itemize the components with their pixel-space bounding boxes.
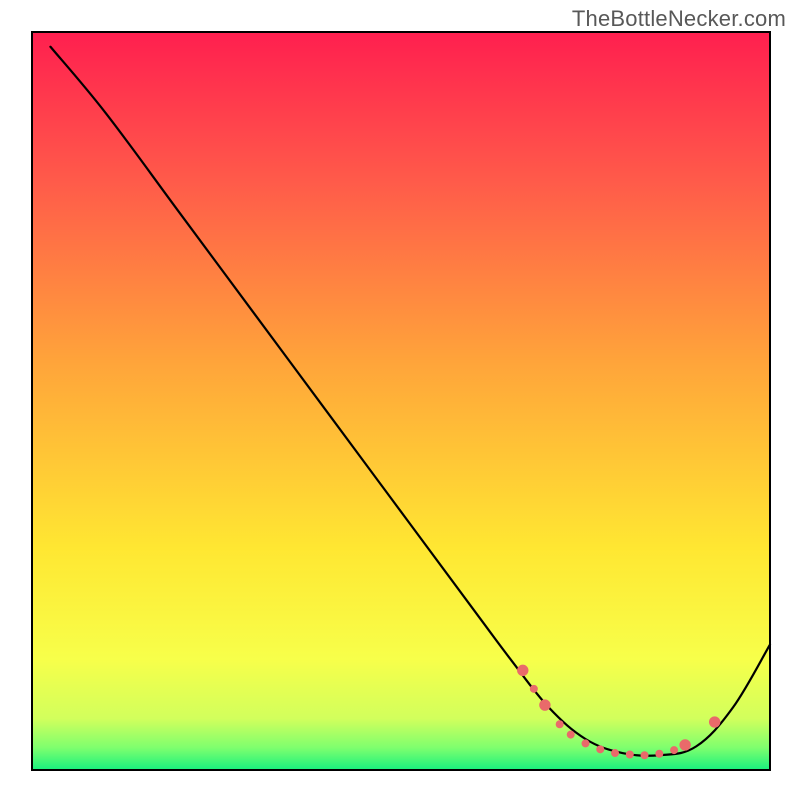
trough-marker [518,665,528,675]
attribution-text: TheBottleNecker.com [572,6,786,32]
trough-marker [671,747,678,754]
chart-container: TheBottleNecker.com [0,0,800,800]
trough-marker [582,740,589,747]
bottleneck-chart [0,0,800,800]
trough-marker [641,752,648,759]
trough-marker [626,751,633,758]
trough-marker [612,750,619,757]
trough-marker [540,700,550,710]
trough-marker [656,750,663,757]
trough-marker [567,731,574,738]
trough-marker [530,685,537,692]
plot-background [32,32,770,770]
trough-marker [556,721,563,728]
trough-marker [709,717,719,727]
trough-marker [680,740,690,750]
trough-marker [597,746,604,753]
